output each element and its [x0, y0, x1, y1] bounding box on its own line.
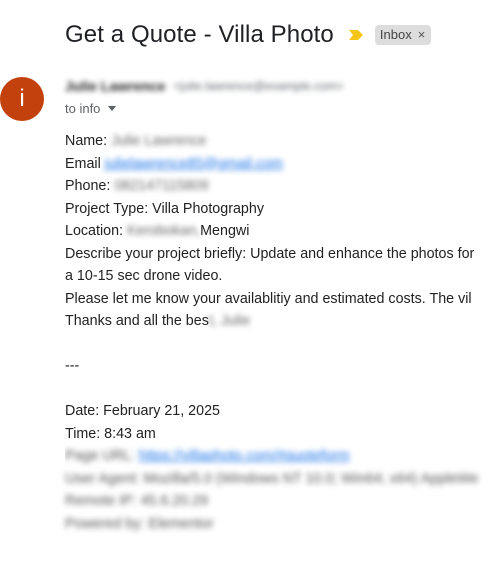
page-url-line: Page URL: https://villaphoto.com/#quotef…: [65, 445, 492, 468]
recipients-row[interactable]: to info: [65, 100, 117, 116]
email-label: Email: [65, 155, 101, 172]
location-value-hidden: Kerobokan,: [127, 223, 201, 239]
project-type-value: Villa Photography: [152, 200, 264, 217]
time-line: Time: 8:43 am: [65, 425, 156, 442]
email-value-link[interactable]: julielawrence85@gmail.com: [105, 156, 283, 172]
email-line: Email julielawrence85@gmail.com: [65, 153, 492, 176]
describe-line-1: Describe your project briefly: Update an…: [65, 245, 475, 262]
email-body: Name: Julie Lawrence Email julielawrence…: [65, 130, 492, 535]
sender-email: <julie.lawrence@example.com>: [173, 79, 344, 93]
subject-row: Get a Quote - Villa Photo Inbox ×: [65, 18, 432, 52]
powered-by-line: Powered by: Elementor: [65, 515, 214, 532]
page-url-link[interactable]: https://villaphoto.com/#quoteform: [139, 448, 350, 464]
location-value-visible: Mengwi: [200, 223, 250, 239]
project-type-label: Project Type:: [65, 200, 149, 217]
date-line: Date: February 21, 2025: [65, 403, 220, 419]
show-details-chevron-down-icon[interactable]: [108, 105, 117, 111]
avatar-letter: i: [19, 85, 25, 112]
importance-marker-icon[interactable]: [348, 29, 364, 41]
sender-name[interactable]: Julie Lawrence: [65, 78, 165, 94]
thanks-visible: Thanks and all the bes: [65, 313, 209, 329]
user-agent-line: User Agent: Mozilla/5.0 (Windows NT 10.0…: [65, 470, 479, 487]
separator-line: ---: [65, 358, 80, 374]
phone-value: 082147115809: [114, 178, 209, 194]
recipients-text: to info: [65, 100, 101, 116]
name-line: Name: Julie Lawrence: [65, 130, 492, 153]
remove-label-icon[interactable]: ×: [418, 25, 426, 45]
inbox-label-text: Inbox: [379, 27, 412, 42]
sender-avatar[interactable]: i: [0, 77, 44, 121]
name-label: Name:: [65, 133, 108, 149]
availability-line: Please let me know your availablitiy and…: [65, 290, 472, 307]
project-type-line: Project Type: Villa Photography: [65, 198, 492, 221]
email-view: Get a Quote - Villa Photo Inbox × i Juli…: [0, 0, 492, 563]
phone-label: Phone:: [65, 178, 111, 194]
remote-ip-line: Remote IP: 45.6.20.29: [65, 493, 209, 509]
thanks-line: Thanks and all the best, Julie: [65, 310, 492, 333]
location-line: Location: Kerobokan,Mengwi: [65, 220, 492, 243]
name-value: Julie Lawrence: [111, 133, 207, 149]
describe-line-2: a 10-15 sec drone video.: [65, 268, 223, 284]
thanks-hidden: t, Julie: [208, 313, 251, 329]
phone-line: Phone: 082147115809: [65, 175, 492, 198]
page-url-label: Page URL:: [65, 448, 135, 464]
inbox-label: Inbox ×: [374, 25, 432, 45]
sender-row: Julie Lawrence <julie.lawrence@example.c…: [65, 77, 344, 95]
email-subject: Get a Quote - Villa Photo: [65, 21, 334, 48]
location-label: Location:: [65, 223, 124, 239]
